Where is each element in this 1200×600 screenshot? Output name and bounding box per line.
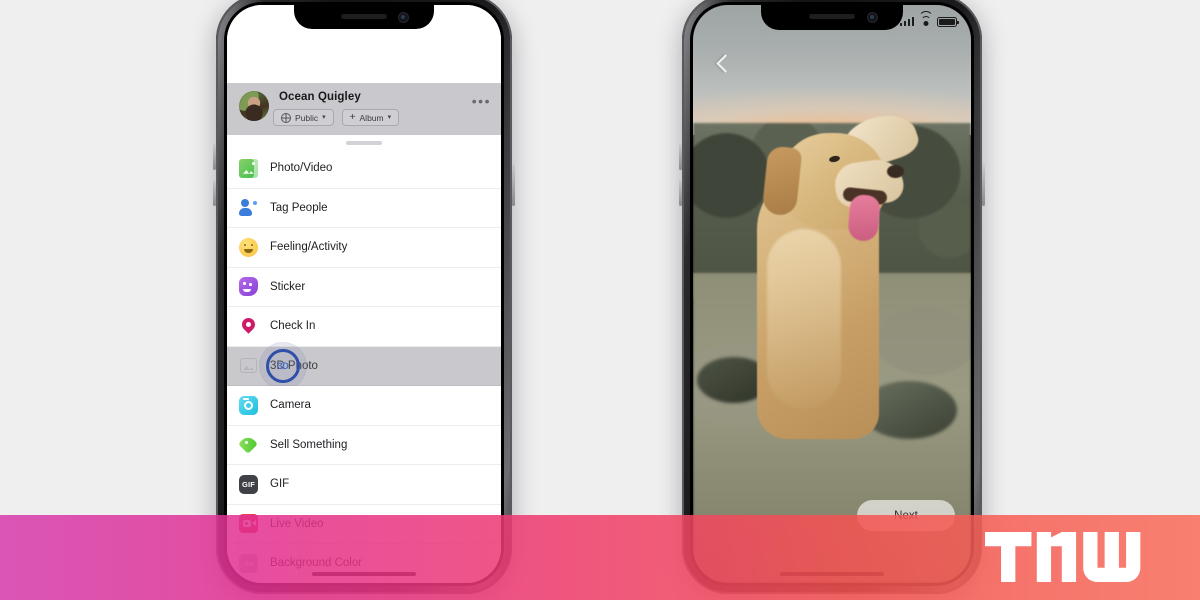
more-options-icon[interactable]: ••• xyxy=(472,94,491,108)
list-item-label: Tag People xyxy=(270,201,328,214)
back-chevron-icon[interactable] xyxy=(715,55,732,72)
right-phone-bezel: Next xyxy=(690,2,974,586)
list-item-3d-photo[interactable]: 3D Photo 3D xyxy=(227,342,501,389)
dog-nose xyxy=(887,165,904,178)
album-selector-chip[interactable]: + Album ▾ xyxy=(341,109,400,126)
sheet-grabber-handle[interactable] xyxy=(346,141,382,145)
right-phone-mockup: Next xyxy=(679,0,985,594)
tap-indicator: 3D xyxy=(260,342,306,389)
privacy-label: Public xyxy=(295,112,319,123)
gif-icon-text: GIF xyxy=(241,479,256,489)
chevron-down-icon: ▾ xyxy=(322,114,326,121)
chevron-down-icon: ▾ xyxy=(387,114,392,121)
right-notch xyxy=(761,5,903,30)
globe-icon xyxy=(281,112,291,123)
list-item-label: Check In xyxy=(270,320,316,333)
screenshot-canvas: Ocean Quigley ••• Public ▾ + Album ▾ Pho… xyxy=(0,0,1200,600)
tnw-logo xyxy=(985,532,1164,582)
left-phone-screen: Ocean Quigley ••• Public ▾ + Album ▾ Pho… xyxy=(227,5,501,583)
composer-chips: Public ▾ + Album ▾ xyxy=(273,109,400,126)
front-camera-icon xyxy=(868,13,877,22)
earpiece-speaker xyxy=(809,14,855,19)
list-item-check-in[interactable]: Check In xyxy=(227,307,501,347)
list-item-label: Camera xyxy=(270,399,311,412)
list-item-photo-video[interactable]: Photo/Video xyxy=(227,149,501,189)
photo-video-icon xyxy=(239,158,258,178)
list-item-sticker[interactable]: Sticker xyxy=(227,267,501,307)
wifi-icon xyxy=(918,11,933,27)
list-item-camera[interactable]: Camera xyxy=(227,386,501,426)
tag-people-icon xyxy=(239,198,258,217)
volume-up-button[interactable] xyxy=(679,144,682,170)
list-item-sell-something[interactable]: Sell Something xyxy=(227,425,501,465)
dog-chest xyxy=(767,229,841,409)
album-label: Album xyxy=(359,112,384,123)
list-item-tag-people[interactable]: Tag People xyxy=(227,188,501,228)
camera-icon xyxy=(239,395,258,415)
gif-icon: GIF xyxy=(239,474,258,494)
check-in-icon xyxy=(239,317,258,336)
earpiece-speaker xyxy=(341,14,387,19)
front-camera-icon xyxy=(399,13,408,22)
photo-dog xyxy=(751,106,923,439)
tap-indicator-label: 3D xyxy=(277,360,289,371)
list-item-label: Sell Something xyxy=(270,438,348,451)
battery-icon xyxy=(937,17,959,27)
user-name: Ocean Quigley xyxy=(279,91,361,103)
list-item-label: GIF xyxy=(270,478,290,491)
sell-something-icon xyxy=(239,435,258,454)
power-button[interactable] xyxy=(982,164,985,206)
feeling-activity-icon xyxy=(239,237,258,257)
list-item-gif[interactable]: GIF GIF xyxy=(227,465,501,505)
list-item-label: Feeling/Activity xyxy=(270,241,348,254)
avatar[interactable] xyxy=(239,91,269,121)
left-phone-mockup: Ocean Quigley ••• Public ▾ + Album ▾ Pho… xyxy=(213,0,515,594)
power-button[interactable] xyxy=(512,164,515,206)
list-item-label: Sticker xyxy=(270,280,306,293)
sticker-icon xyxy=(239,277,258,297)
plus-icon: + xyxy=(349,111,356,123)
list-item-label: Photo/Video xyxy=(270,162,333,175)
composer-header: Ocean Quigley ••• Public ▾ + Album ▾ xyxy=(227,83,501,135)
photo-preview xyxy=(693,5,971,583)
volume-down-button[interactable] xyxy=(679,180,682,206)
list-item-feeling-activity[interactable]: Feeling/Activity xyxy=(227,228,501,268)
volume-up-button[interactable] xyxy=(213,144,216,170)
right-phone-screen: Next xyxy=(693,5,971,583)
left-notch xyxy=(294,5,434,29)
status-bar xyxy=(899,11,959,27)
3d-photo-icon xyxy=(239,356,258,375)
left-phone-bezel: Ocean Quigley ••• Public ▾ + Album ▾ Pho… xyxy=(224,2,504,586)
privacy-selector-chip[interactable]: Public ▾ xyxy=(273,109,334,126)
volume-down-button[interactable] xyxy=(213,180,216,206)
